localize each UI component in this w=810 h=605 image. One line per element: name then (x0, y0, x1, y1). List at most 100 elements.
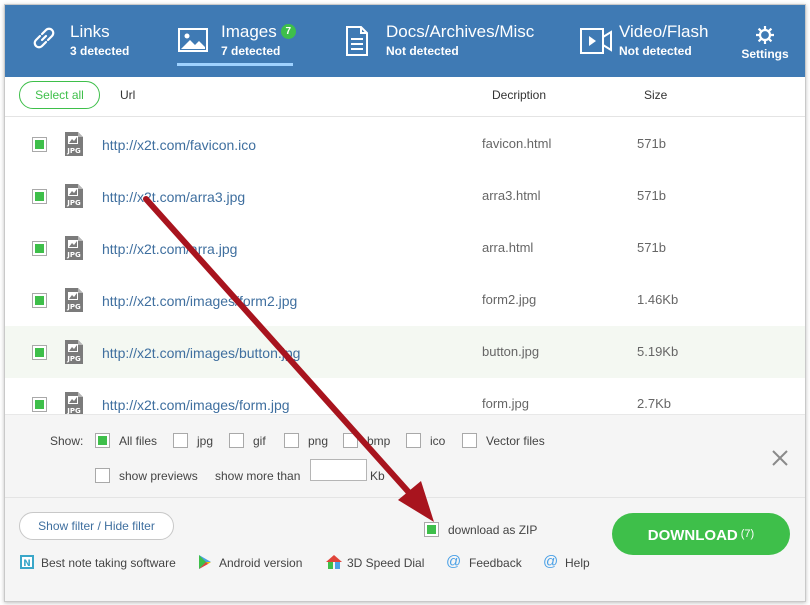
image-downloader-panel: Links 3 detected Images 7 7 detected Doc… (4, 4, 806, 602)
row-checkbox[interactable] (32, 241, 47, 256)
tab-video-count: Not detected (619, 44, 692, 58)
row-checkbox[interactable] (32, 189, 47, 204)
note-icon: N (19, 554, 35, 575)
row-size: 571b (637, 188, 666, 203)
jpg-file-icon: JPG (61, 183, 87, 214)
jpg-file-icon: JPG (61, 339, 87, 370)
select-all-button[interactable]: Select all (19, 81, 100, 109)
tab-docs-title: Docs/Archives/Misc (386, 22, 535, 41)
row-size: 2.7Kb (637, 396, 671, 411)
extension-frame: Links 3 detected Images 7 7 detected Doc… (0, 0, 810, 605)
row-description: arra3.html (482, 188, 541, 203)
svg-text:JPG: JPG (66, 407, 81, 414)
tab-images-count: 7 detected (221, 44, 281, 58)
show-previews-label: show previews (119, 469, 198, 483)
table-row[interactable]: JPG http://x2t.com/arra3.jpg arra3.html … (5, 170, 805, 222)
close-icon[interactable] (771, 449, 789, 467)
best-note-link[interactable]: Best note taking software (41, 556, 176, 570)
tab-links[interactable]: Links 3 detected (25, 5, 165, 77)
at-icon: @ (543, 553, 559, 570)
min-size-input[interactable] (310, 459, 367, 481)
svg-text:JPG: JPG (66, 251, 81, 259)
table-row[interactable]: JPG http://x2t.com/favicon.ico favicon.h… (5, 118, 805, 170)
table-row[interactable]: JPG http://x2t.com/images/form.jpg form.… (5, 378, 805, 414)
jpg-file-icon: JPG (61, 131, 87, 162)
row-url[interactable]: http://x2t.com/favicon.ico (102, 137, 256, 153)
download-zip-label: download as ZIP (448, 523, 538, 537)
show-more-than-label: show more than (215, 469, 301, 483)
play-store-icon (197, 554, 213, 575)
settings-label: Settings (741, 47, 789, 61)
filter-bmp-checkbox[interactable] (343, 433, 358, 448)
row-description: button.jpg (482, 344, 540, 359)
row-checkbox[interactable] (32, 137, 47, 152)
download-zip-checkbox[interactable] (424, 522, 439, 537)
filter-png-checkbox[interactable] (284, 433, 299, 448)
tab-docs[interactable]: Docs/Archives/Misc Not detected (340, 5, 534, 77)
download-button[interactable]: DOWNLOAD (7) (612, 513, 790, 555)
jpg-file-icon: JPG (61, 235, 87, 266)
row-size: 5.19Kb (637, 344, 679, 359)
row-size: 1.46Kb (637, 292, 679, 307)
android-version-link[interactable]: Android version (219, 556, 302, 570)
active-tab-indicator (177, 63, 293, 66)
tab-video-title: Video/Flash (619, 22, 709, 41)
row-size: 571b (637, 240, 666, 255)
download-label: DOWNLOAD (647, 527, 738, 544)
filter-jpg-checkbox[interactable] (173, 433, 188, 448)
row-description: form2.jpg (482, 292, 537, 307)
tab-images[interactable]: Images 7 7 detected (175, 5, 325, 77)
feedback-link[interactable]: Feedback (469, 556, 522, 570)
jpg-file-icon: JPG (61, 287, 87, 318)
table-row[interactable]: JPG http://x2t.com/arra.jpg arra.html 57… (5, 222, 805, 274)
filter-gif-checkbox[interactable] (229, 433, 244, 448)
svg-text:JPG: JPG (66, 303, 81, 311)
settings-button[interactable]: Settings (741, 5, 801, 77)
row-checkbox[interactable] (32, 293, 47, 308)
tab-links-count: 3 detected (70, 44, 130, 58)
filter-vector-checkbox[interactable] (462, 433, 477, 448)
filter-ico-checkbox[interactable] (406, 433, 421, 448)
row-checkbox[interactable] (32, 397, 47, 412)
filter-all-files-label: All files (119, 434, 158, 448)
row-url[interactable]: http://x2t.com/images/form.jpg (102, 397, 290, 413)
video-icon (579, 27, 613, 60)
column-description-header: Decription (492, 88, 547, 102)
filter-panel: Show: All files jpg gif png bmp ico Vect… (5, 414, 805, 498)
column-size-header: Size (644, 88, 668, 102)
svg-text:JPG: JPG (66, 147, 81, 155)
row-url[interactable]: http://x2t.com/images/button.jpg (102, 345, 300, 361)
filter-bmp-label: bmp (367, 434, 391, 448)
row-description: form.jpg (482, 396, 529, 411)
header-bar: Links 3 detected Images 7 7 detected Doc… (5, 5, 805, 77)
show-label: Show: (50, 434, 84, 448)
help-link[interactable]: Help (565, 556, 590, 570)
show-previews-checkbox[interactable] (95, 468, 110, 483)
row-url[interactable]: http://x2t.com/arra.jpg (102, 241, 237, 257)
row-checkbox[interactable] (32, 345, 47, 360)
speed-dial-link[interactable]: 3D Speed Dial (347, 556, 424, 570)
file-list: JPG http://x2t.com/favicon.ico favicon.h… (5, 118, 805, 414)
tab-images-title: Images (221, 22, 277, 41)
row-url[interactable]: http://x2t.com/arra3.jpg (102, 189, 245, 205)
speed-dial-icon (325, 554, 343, 575)
row-url[interactable]: http://x2t.com/images/form2.jpg (102, 293, 297, 309)
svg-text:JPG: JPG (66, 355, 81, 363)
svg-text:N: N (23, 559, 31, 569)
filter-vector-label: Vector files (486, 434, 545, 448)
column-url-header: Url (120, 88, 136, 102)
download-count: (7) (740, 528, 755, 540)
document-icon (344, 25, 370, 62)
show-hide-filter-button[interactable]: Show filter / Hide filter (19, 512, 174, 540)
tab-links-title: Links (70, 22, 110, 41)
link-icon (29, 23, 59, 58)
filter-png-label: png (308, 434, 329, 448)
table-row[interactable]: JPG http://x2t.com/images/form2.jpg form… (5, 274, 805, 326)
tab-video[interactable]: Video/Flash Not detected (575, 5, 735, 77)
size-unit-label: Kb (370, 469, 385, 483)
filter-gif-label: gif (253, 434, 266, 448)
filter-all-files-checkbox[interactable] (95, 433, 110, 448)
filter-ico-label: ico (430, 434, 446, 448)
table-row[interactable]: JPG http://x2t.com/images/button.jpg but… (5, 326, 805, 378)
image-icon (177, 26, 209, 59)
